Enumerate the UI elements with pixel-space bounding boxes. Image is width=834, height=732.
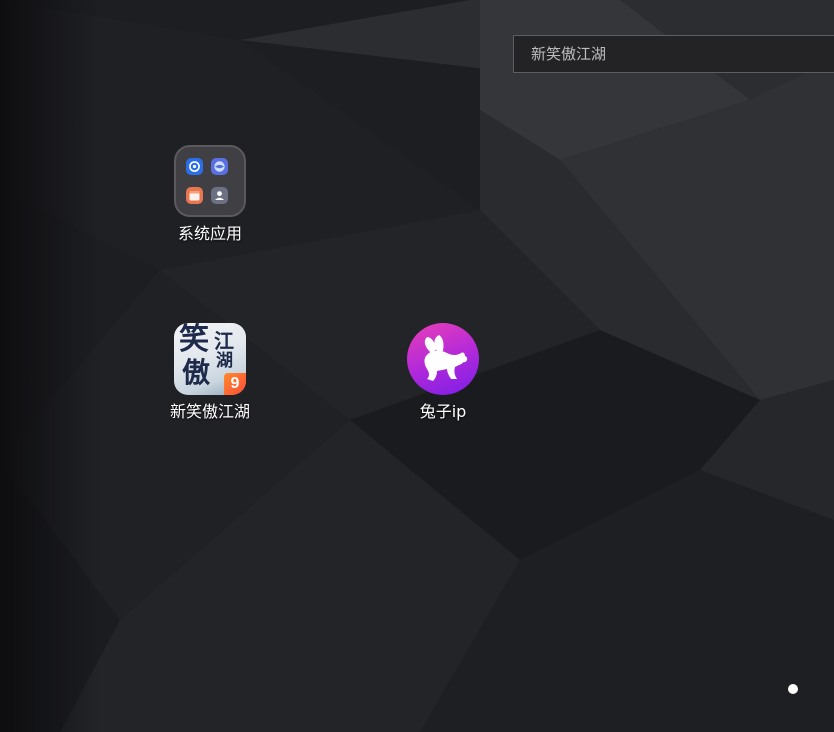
settings-icon	[186, 158, 203, 175]
app-label: 兔子ip	[419, 402, 467, 421]
app-folder-system-apps[interactable]: 系统应用	[150, 145, 270, 244]
search-input[interactable]: 新笑傲江湖	[513, 35, 834, 73]
game-logo-icon: 笑 傲 江 湖 9	[174, 323, 246, 395]
game-glyph: 傲	[182, 356, 211, 389]
app-label: 新笑傲江湖	[169, 402, 250, 421]
page-indicator-dot[interactable]	[788, 684, 798, 694]
app-label: 系统应用	[177, 224, 242, 243]
game-glyph: 笑	[179, 323, 209, 357]
notes-icon	[186, 187, 203, 204]
browser-icon	[211, 158, 228, 175]
game-glyph: 江	[214, 329, 234, 353]
app-xin-xiao-ao-jiang-hu[interactable]: 笑 傲 江 湖 9 新笑傲江湖	[150, 323, 270, 422]
contacts-icon	[211, 187, 228, 204]
folder-icon	[174, 145, 246, 217]
game-glyph: 湖	[216, 351, 233, 371]
app-tuzi-ip[interactable]: 兔子ip	[383, 323, 503, 422]
game-badge: 9	[224, 373, 246, 395]
rabbit-icon	[407, 323, 479, 395]
